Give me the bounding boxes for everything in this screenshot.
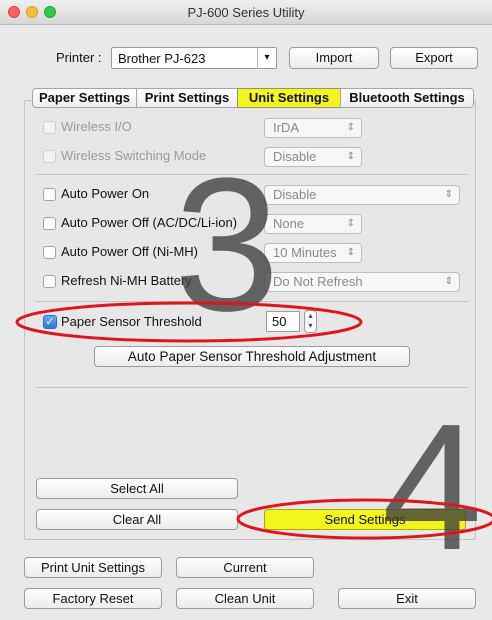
paper-sensor-highlight-ellipse	[15, 301, 363, 343]
send-settings-highlight-ellipse	[236, 498, 492, 540]
annotation-layer	[15, 301, 492, 540]
